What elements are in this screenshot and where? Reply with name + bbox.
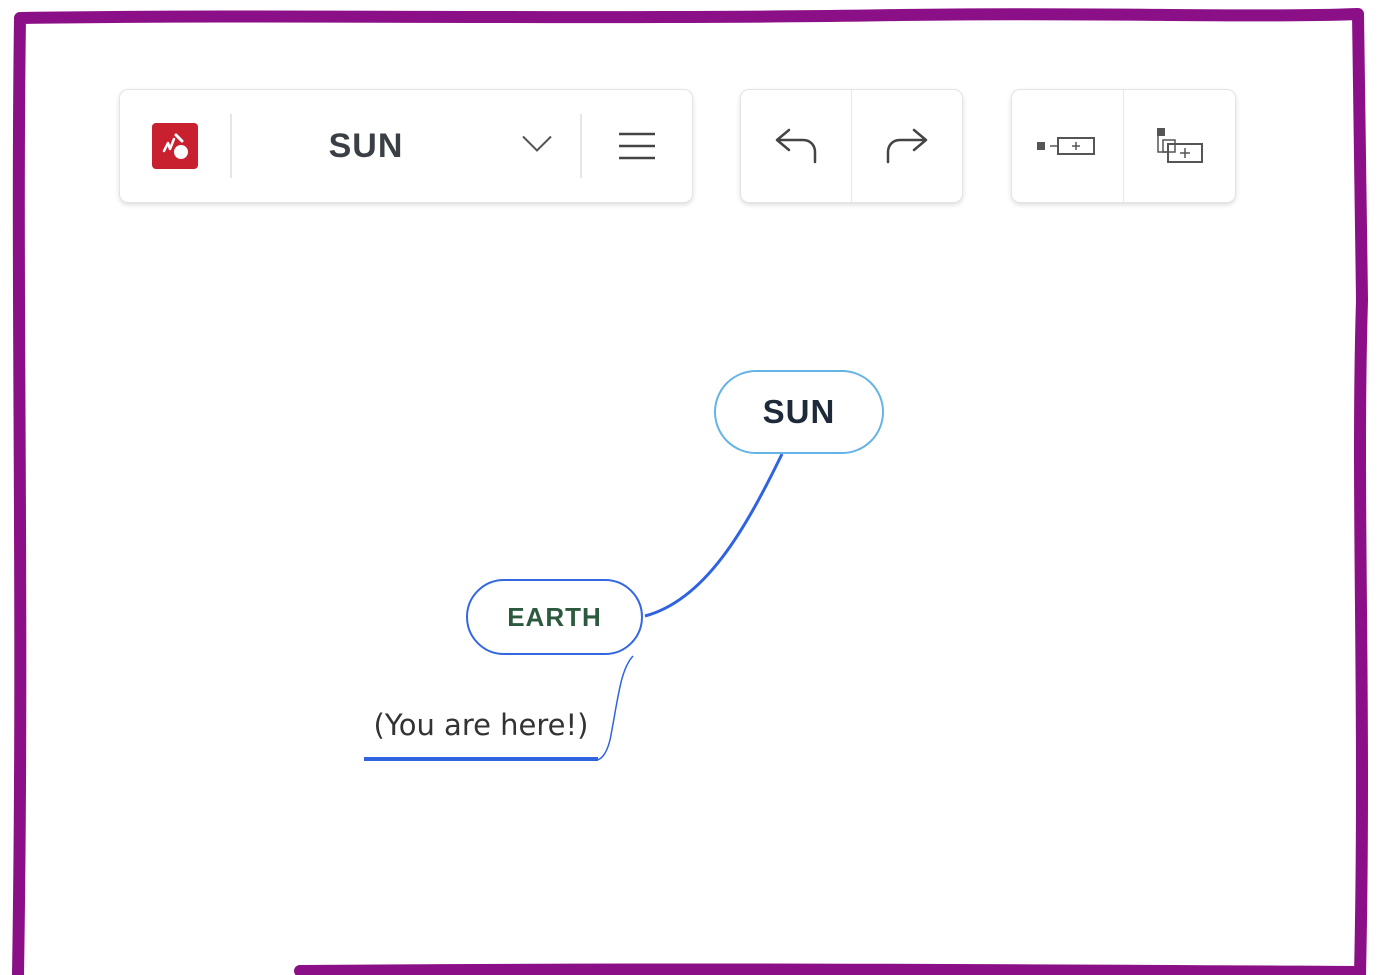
undo-icon bbox=[775, 128, 817, 164]
root-topic-label: SUN bbox=[762, 393, 836, 430]
hamburger-menu-icon bbox=[619, 132, 655, 160]
redo-button[interactable] bbox=[852, 90, 962, 202]
root-topic-sun[interactable]: SUN bbox=[714, 370, 884, 454]
map-title: SUN bbox=[328, 126, 404, 165]
map-selector[interactable]: SUN bbox=[232, 90, 580, 202]
sun-earth-connector bbox=[644, 453, 784, 618]
logo-button[interactable] bbox=[120, 90, 230, 202]
main-toolbar: SUN bbox=[120, 90, 692, 202]
chevron-down-icon bbox=[520, 134, 554, 159]
note-connector bbox=[595, 655, 634, 761]
add-child-button[interactable] bbox=[1124, 90, 1235, 202]
note-topic[interactable]: (You are here!) bbox=[364, 708, 598, 742]
mindmeister-logo-icon bbox=[152, 123, 198, 169]
topic-earth[interactable]: EARTH bbox=[466, 579, 643, 655]
topic-label: EARTH bbox=[507, 601, 602, 632]
add-sibling-topic-icon bbox=[1036, 137, 1095, 155]
insert-toolbar bbox=[1012, 90, 1235, 202]
redo-icon bbox=[886, 128, 928, 164]
menu-button[interactable] bbox=[582, 90, 692, 202]
add-child-topic-icon bbox=[1156, 128, 1203, 163]
history-toolbar bbox=[741, 90, 962, 202]
mindmap-editor: SUN SUN EARTH (You are here!) bbox=[0, 0, 1378, 975]
undo-button[interactable] bbox=[741, 90, 851, 202]
add-sibling-button[interactable] bbox=[1012, 90, 1123, 202]
